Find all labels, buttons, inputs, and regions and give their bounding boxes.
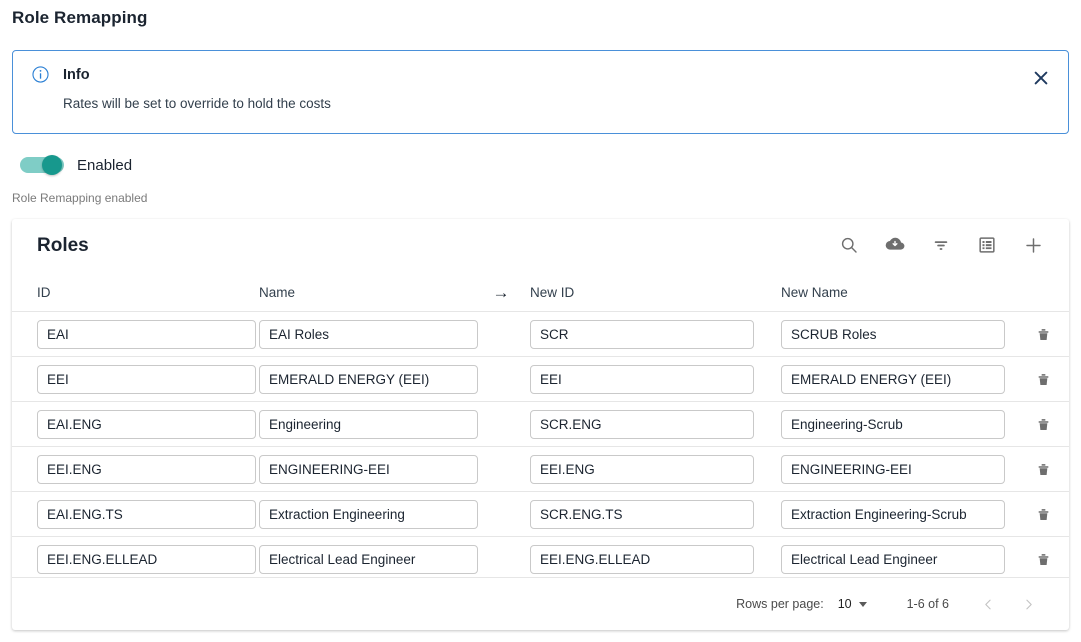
column-header-name: Name xyxy=(259,285,295,300)
role-id-input[interactable] xyxy=(37,365,256,394)
role-name-input[interactable] xyxy=(259,500,478,529)
column-header-new-id: New ID xyxy=(530,285,574,300)
plus-glyph xyxy=(1023,235,1044,256)
info-banner-header: Info xyxy=(31,65,90,84)
plus-icon[interactable] xyxy=(1019,231,1047,259)
cloud-download-glyph xyxy=(884,234,906,256)
trash-glyph xyxy=(1035,370,1052,389)
table-body xyxy=(12,312,1069,582)
info-banner-title: Info xyxy=(63,67,90,83)
rows-per-page-label: Rows per page: xyxy=(736,597,824,611)
table-row xyxy=(12,357,1069,402)
close-glyph xyxy=(1034,71,1048,85)
chevron-right-glyph xyxy=(1022,598,1035,611)
role-id-input[interactable] xyxy=(37,545,256,574)
role-id-input[interactable] xyxy=(37,455,256,484)
filter-glyph xyxy=(931,235,951,255)
column-header-id: ID xyxy=(37,285,51,300)
role-new-name-input[interactable] xyxy=(781,545,1005,574)
roles-card-title: Roles xyxy=(37,235,89,257)
enabled-toggle-row: Enabled xyxy=(20,155,132,175)
trash-glyph xyxy=(1035,415,1052,434)
role-id-input[interactable] xyxy=(37,500,256,529)
roles-table: ID Name → New ID New Name xyxy=(12,274,1069,582)
search-icon[interactable] xyxy=(835,231,863,259)
trash-glyph xyxy=(1035,460,1052,479)
chevron-left-icon[interactable] xyxy=(977,593,999,615)
role-new-id-input[interactable] xyxy=(530,545,754,574)
chevron-down-icon xyxy=(859,602,867,607)
table-row xyxy=(12,312,1069,357)
rows-per-page-select[interactable]: 10 xyxy=(838,597,867,611)
enabled-toggle-label: Enabled xyxy=(77,157,132,174)
table-row xyxy=(12,537,1069,582)
pagination-range: 1-6 of 6 xyxy=(907,597,949,611)
paginator: Rows per page: 10 1-6 of 6 xyxy=(12,577,1069,630)
role-name-input[interactable] xyxy=(259,545,478,574)
role-new-id-input[interactable] xyxy=(530,410,754,439)
role-new-id-input[interactable] xyxy=(530,500,754,529)
chevron-left-glyph xyxy=(982,598,995,611)
role-new-name-input[interactable] xyxy=(781,320,1005,349)
info-circle-icon xyxy=(31,65,50,84)
trash-glyph xyxy=(1035,325,1052,344)
trash-icon[interactable] xyxy=(1031,321,1057,347)
role-new-id-input[interactable] xyxy=(530,320,754,349)
remap-arrow-icon: → xyxy=(493,284,510,301)
trash-icon[interactable] xyxy=(1031,411,1057,437)
role-new-id-input[interactable] xyxy=(530,365,754,394)
role-id-input[interactable] xyxy=(37,410,256,439)
role-remapping-page: Role Remapping Info Rates will be set to… xyxy=(0,0,1081,642)
info-banner: Info Rates will be set to override to ho… xyxy=(12,50,1069,134)
table-row xyxy=(12,402,1069,447)
column-header-new-name: New Name xyxy=(781,285,848,300)
role-new-name-input[interactable] xyxy=(781,455,1005,484)
role-name-input[interactable] xyxy=(259,320,478,349)
search-glyph xyxy=(839,235,859,255)
roles-card: Roles xyxy=(12,219,1069,630)
rows-per-page-value: 10 xyxy=(838,597,852,611)
role-name-input[interactable] xyxy=(259,365,478,394)
trash-glyph xyxy=(1035,505,1052,524)
role-name-input[interactable] xyxy=(259,410,478,439)
trash-icon[interactable] xyxy=(1031,366,1057,392)
pagination-nav xyxy=(977,593,1039,615)
enabled-toggle[interactable] xyxy=(20,155,64,175)
roles-card-header: Roles xyxy=(12,219,1069,274)
trash-glyph xyxy=(1035,550,1052,569)
chevron-right-icon[interactable] xyxy=(1017,593,1039,615)
table-header-row: ID Name → New ID New Name xyxy=(12,274,1069,312)
info-banner-message: Rates will be set to override to hold th… xyxy=(63,96,331,111)
table-row xyxy=(12,447,1069,492)
toggle-thumb xyxy=(42,155,62,175)
cloud-download-icon[interactable] xyxy=(881,231,909,259)
table-row xyxy=(12,492,1069,537)
filter-icon[interactable] xyxy=(927,231,955,259)
enabled-toggle-hint: Role Remapping enabled xyxy=(12,191,147,205)
role-name-input[interactable] xyxy=(259,455,478,484)
role-new-name-input[interactable] xyxy=(781,410,1005,439)
close-icon[interactable] xyxy=(1030,67,1052,89)
view-list-glyph xyxy=(977,235,997,255)
role-new-name-input[interactable] xyxy=(781,365,1005,394)
role-new-name-input[interactable] xyxy=(781,500,1005,529)
trash-icon[interactable] xyxy=(1031,547,1057,573)
trash-icon[interactable] xyxy=(1031,501,1057,527)
view-list-icon[interactable] xyxy=(973,231,1001,259)
role-id-input[interactable] xyxy=(37,320,256,349)
roles-card-actions xyxy=(835,231,1047,259)
role-new-id-input[interactable] xyxy=(530,455,754,484)
trash-icon[interactable] xyxy=(1031,456,1057,482)
page-title: Role Remapping xyxy=(12,8,148,28)
